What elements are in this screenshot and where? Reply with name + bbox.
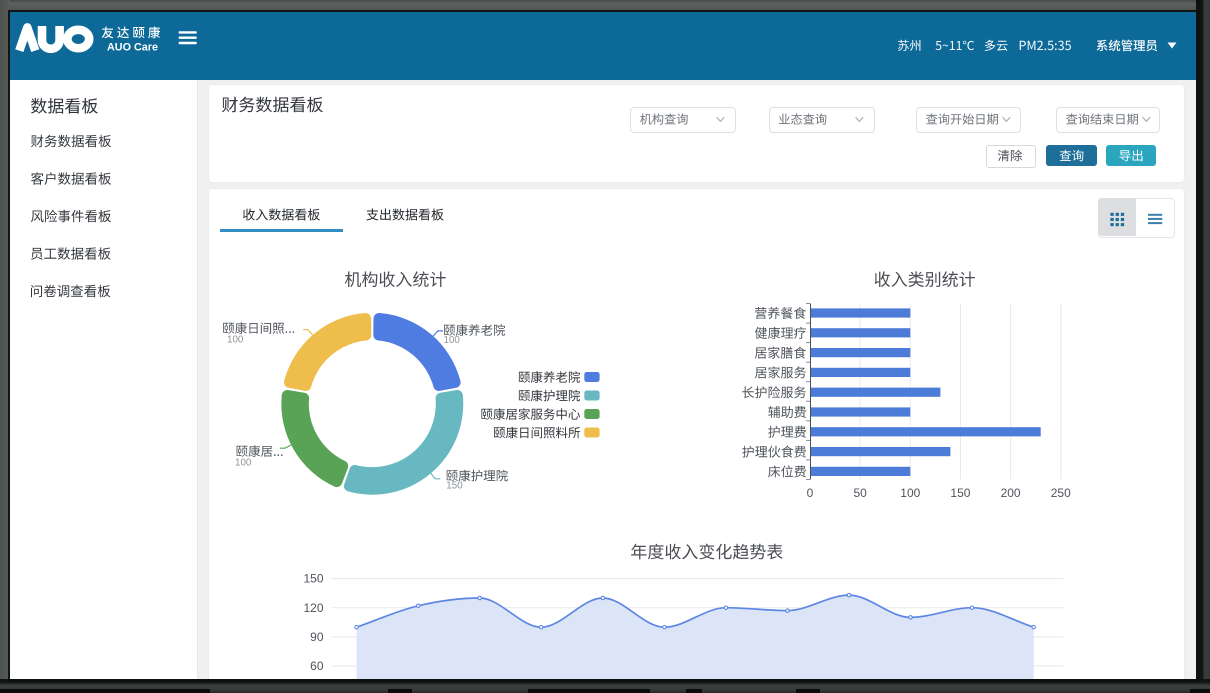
svg-text:120: 120 xyxy=(303,601,323,615)
svg-text:200: 200 xyxy=(1001,486,1021,500)
svg-text:100: 100 xyxy=(235,458,252,469)
svg-text:100: 100 xyxy=(444,335,461,346)
svg-text:60: 60 xyxy=(310,659,324,673)
svg-text:250: 250 xyxy=(1051,486,1071,500)
svg-text:AUO Care: AUO Care xyxy=(107,41,158,53)
svg-text:150: 150 xyxy=(303,572,323,586)
svg-text:0: 0 xyxy=(807,486,814,500)
svg-text:150: 150 xyxy=(446,481,463,492)
svg-text:150: 150 xyxy=(950,486,970,500)
svg-text:100: 100 xyxy=(227,335,244,346)
svg-text:50: 50 xyxy=(853,486,867,500)
svg-text:100: 100 xyxy=(900,486,920,500)
svg-text:90: 90 xyxy=(310,630,324,644)
